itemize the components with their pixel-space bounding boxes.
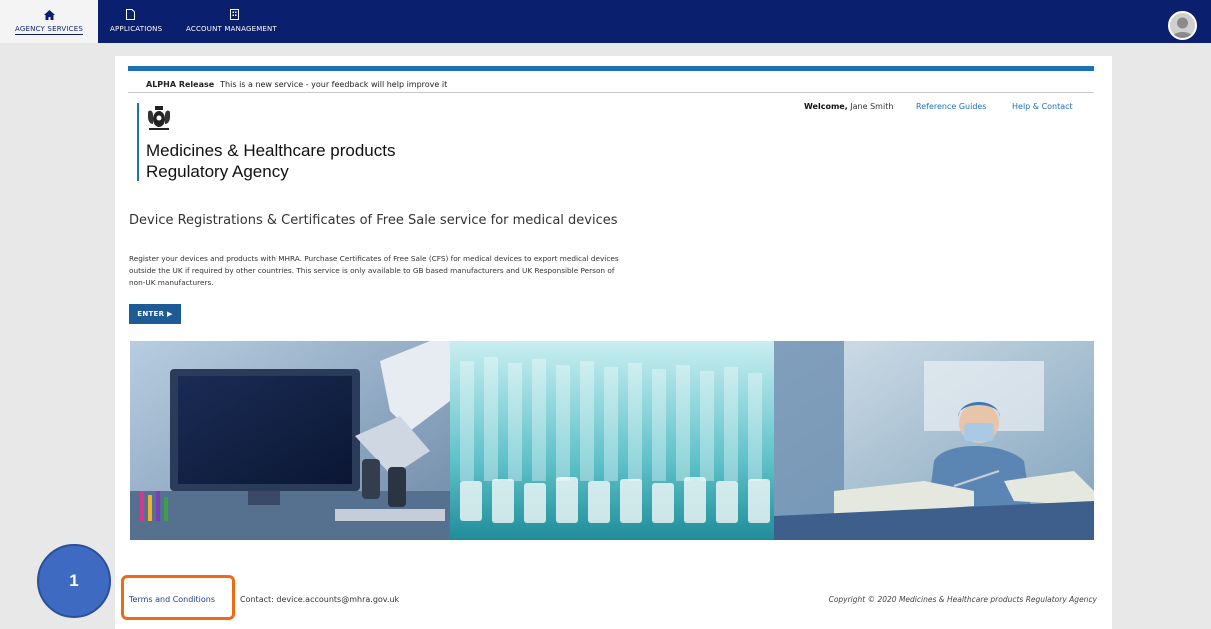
document-icon bbox=[125, 9, 136, 20]
logo-rule bbox=[137, 103, 139, 181]
tab-account-management-label: ACCOUNT MANAGEMENT bbox=[186, 25, 277, 33]
user-avatar-icon[interactable] bbox=[1168, 11, 1197, 40]
alpha-text: This is a new service - your feedback wi… bbox=[220, 80, 448, 89]
copyright-text: Copyright © 2020 Medicines & Healthcare … bbox=[828, 595, 1097, 604]
alpha-tag: ALPHA Release bbox=[146, 80, 215, 89]
alpha-banner: ALPHA Release This is a new service - you… bbox=[146, 80, 447, 89]
help-contact-link[interactable]: Help & Contact bbox=[1012, 102, 1073, 111]
royal-crest-icon bbox=[145, 106, 173, 131]
hero-banner bbox=[130, 341, 1094, 540]
home-icon bbox=[43, 9, 55, 20]
service-title: Device Registrations & Certificates of F… bbox=[129, 213, 618, 228]
reference-guides-link[interactable]: Reference Guides bbox=[916, 102, 987, 111]
microscope-image bbox=[130, 341, 450, 540]
highlight-box bbox=[121, 575, 235, 620]
tab-agency-services[interactable]: AGENCY SERVICES bbox=[0, 0, 98, 43]
welcome-label: Welcome, bbox=[804, 102, 848, 111]
enter-button[interactable]: ENTER ▶ bbox=[129, 304, 181, 324]
divider bbox=[128, 92, 1094, 93]
step-callout: 1 bbox=[37, 544, 111, 618]
service-description: Register your devices and products with … bbox=[129, 254, 619, 287]
organisation-name: Medicines & Healthcare products Regulato… bbox=[146, 140, 395, 182]
vials-image bbox=[450, 341, 774, 540]
tab-account-management[interactable]: ACCOUNT MANAGEMENT bbox=[186, 0, 296, 43]
top-navigation-bar: AGENCY SERVICES APPLICATIONS ACCOUNT MAN… bbox=[0, 0, 1211, 43]
brand-bar bbox=[128, 66, 1094, 71]
org-name-line1: Medicines & Healthcare products bbox=[146, 141, 396, 160]
contact-email[interactable]: Contact: device.accounts@mhra.gov.uk bbox=[240, 595, 399, 604]
tab-agency-services-label: AGENCY SERVICES bbox=[15, 25, 83, 35]
org-name-line2: Regulatory Agency bbox=[146, 162, 289, 181]
main-page: ALPHA Release This is a new service - you… bbox=[115, 56, 1112, 629]
surgeon-image bbox=[774, 341, 1094, 540]
tab-applications-label: APPLICATIONS bbox=[110, 25, 163, 33]
welcome-text: Welcome, Jane Smith bbox=[804, 102, 893, 111]
tab-applications[interactable]: APPLICATIONS bbox=[110, 0, 174, 43]
building-icon bbox=[229, 9, 240, 20]
user-name: Jane Smith bbox=[850, 102, 894, 111]
